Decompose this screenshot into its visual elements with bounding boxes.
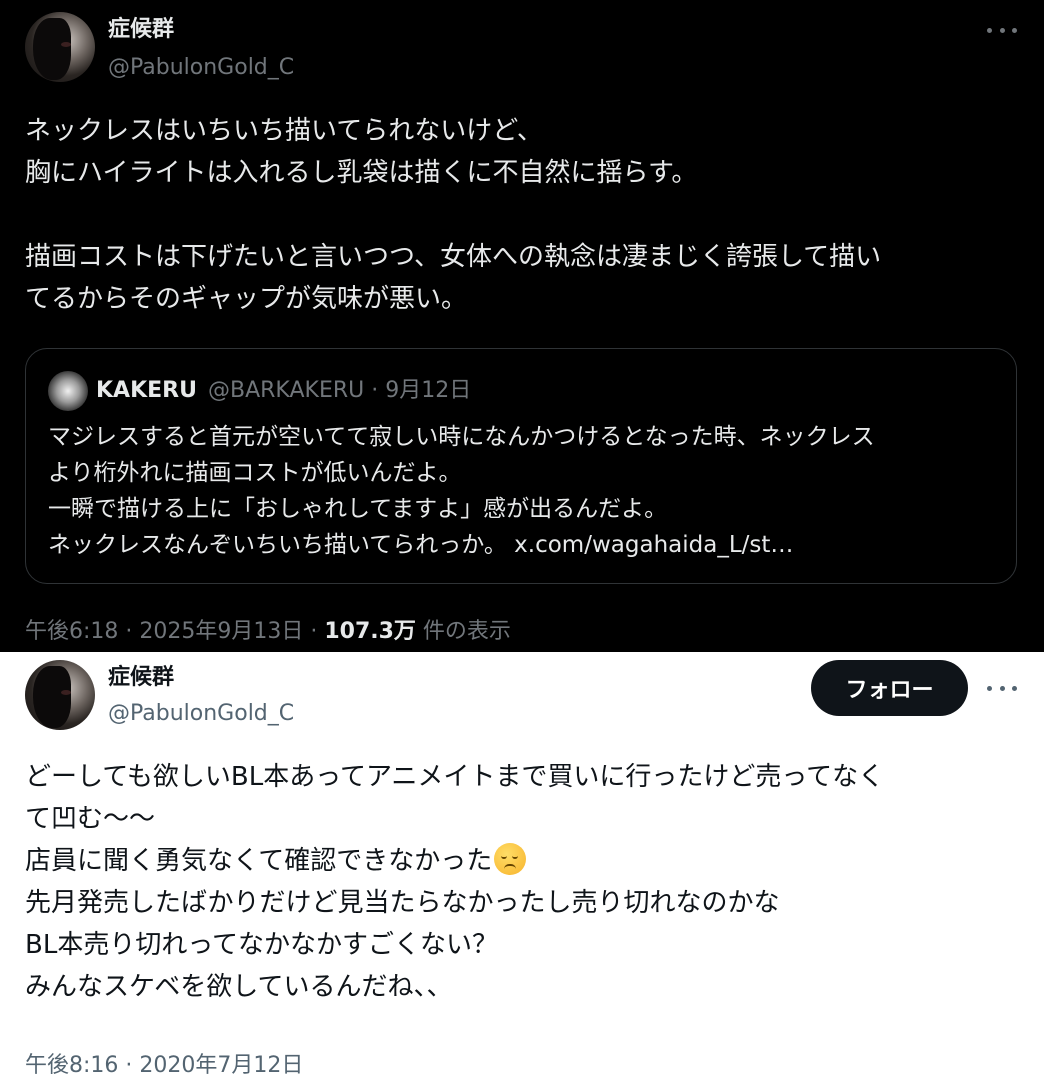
quote-link[interactable]: x.com/wagahaida_L/st… xyxy=(514,532,793,558)
quote-text: マジレスすると首元が空いてて寂しい時になんかつけるとなった時、ネックレス より桁… xyxy=(48,419,1008,563)
quote-display-name: KAKERU xyxy=(96,378,197,403)
display-name[interactable]: 症候群 xyxy=(108,664,174,692)
avatar[interactable] xyxy=(25,12,95,82)
tweet-text-part1: どーしても欲しいBL本あってアニメイトまで買いに行ったけど売ってなく て凹む〜〜… xyxy=(25,762,885,876)
tweet-light: 症候群 @PabulonGold_C フォロー どーしても欲しいBL本あってアニ… xyxy=(0,652,1044,1087)
follow-button[interactable]: フォロー xyxy=(811,660,968,716)
tweet-text: どーしても欲しいBL本あってアニメイトまで買いに行ったけど売ってなく て凹む〜〜… xyxy=(25,756,1025,1008)
display-name[interactable]: 症候群 xyxy=(108,16,174,44)
user-handle[interactable]: @PabulonGold_C xyxy=(108,700,294,728)
user-handle[interactable]: @PabulonGold_C xyxy=(108,54,294,82)
views-count[interactable]: 107.3万 xyxy=(324,619,416,644)
more-options-icon[interactable] xyxy=(987,678,1017,698)
views-suffix: 件の表示 xyxy=(415,619,511,644)
quote-meta: @BARKAKERU · 9月12日 xyxy=(208,378,472,403)
timestamp[interactable]: 午後8:16 · 2020年7月12日 xyxy=(25,1052,303,1080)
more-options-icon[interactable] xyxy=(987,20,1017,40)
timestamp-row: 午後6:18 · 2025年9月13日 · 107.3万 件の表示 xyxy=(25,618,511,646)
timestamp[interactable]: 午後6:18 · 2025年9月13日 · xyxy=(25,619,324,644)
quoted-tweet-card[interactable]: KAKERU @BARKAKERU · 9月12日 マジレスすると首元が空いてて… xyxy=(25,348,1017,584)
avatar[interactable] xyxy=(25,660,95,730)
disappointed-face-icon xyxy=(494,843,527,875)
tweet-text: ネックレスはいちいち描いてられないけど、 胸にハイライトは入れるし乳袋は描くに不… xyxy=(25,116,882,314)
quote-avatar xyxy=(48,371,88,411)
tweet-text-part2: 先月発売したばかりだけど見当たらなかったし売り切れなのかな BL本売り切れってな… xyxy=(25,888,780,1002)
tweet-dark: 症候群 @PabulonGold_C ネックレスはいちいち描いてられないけど、 … xyxy=(0,0,1044,652)
